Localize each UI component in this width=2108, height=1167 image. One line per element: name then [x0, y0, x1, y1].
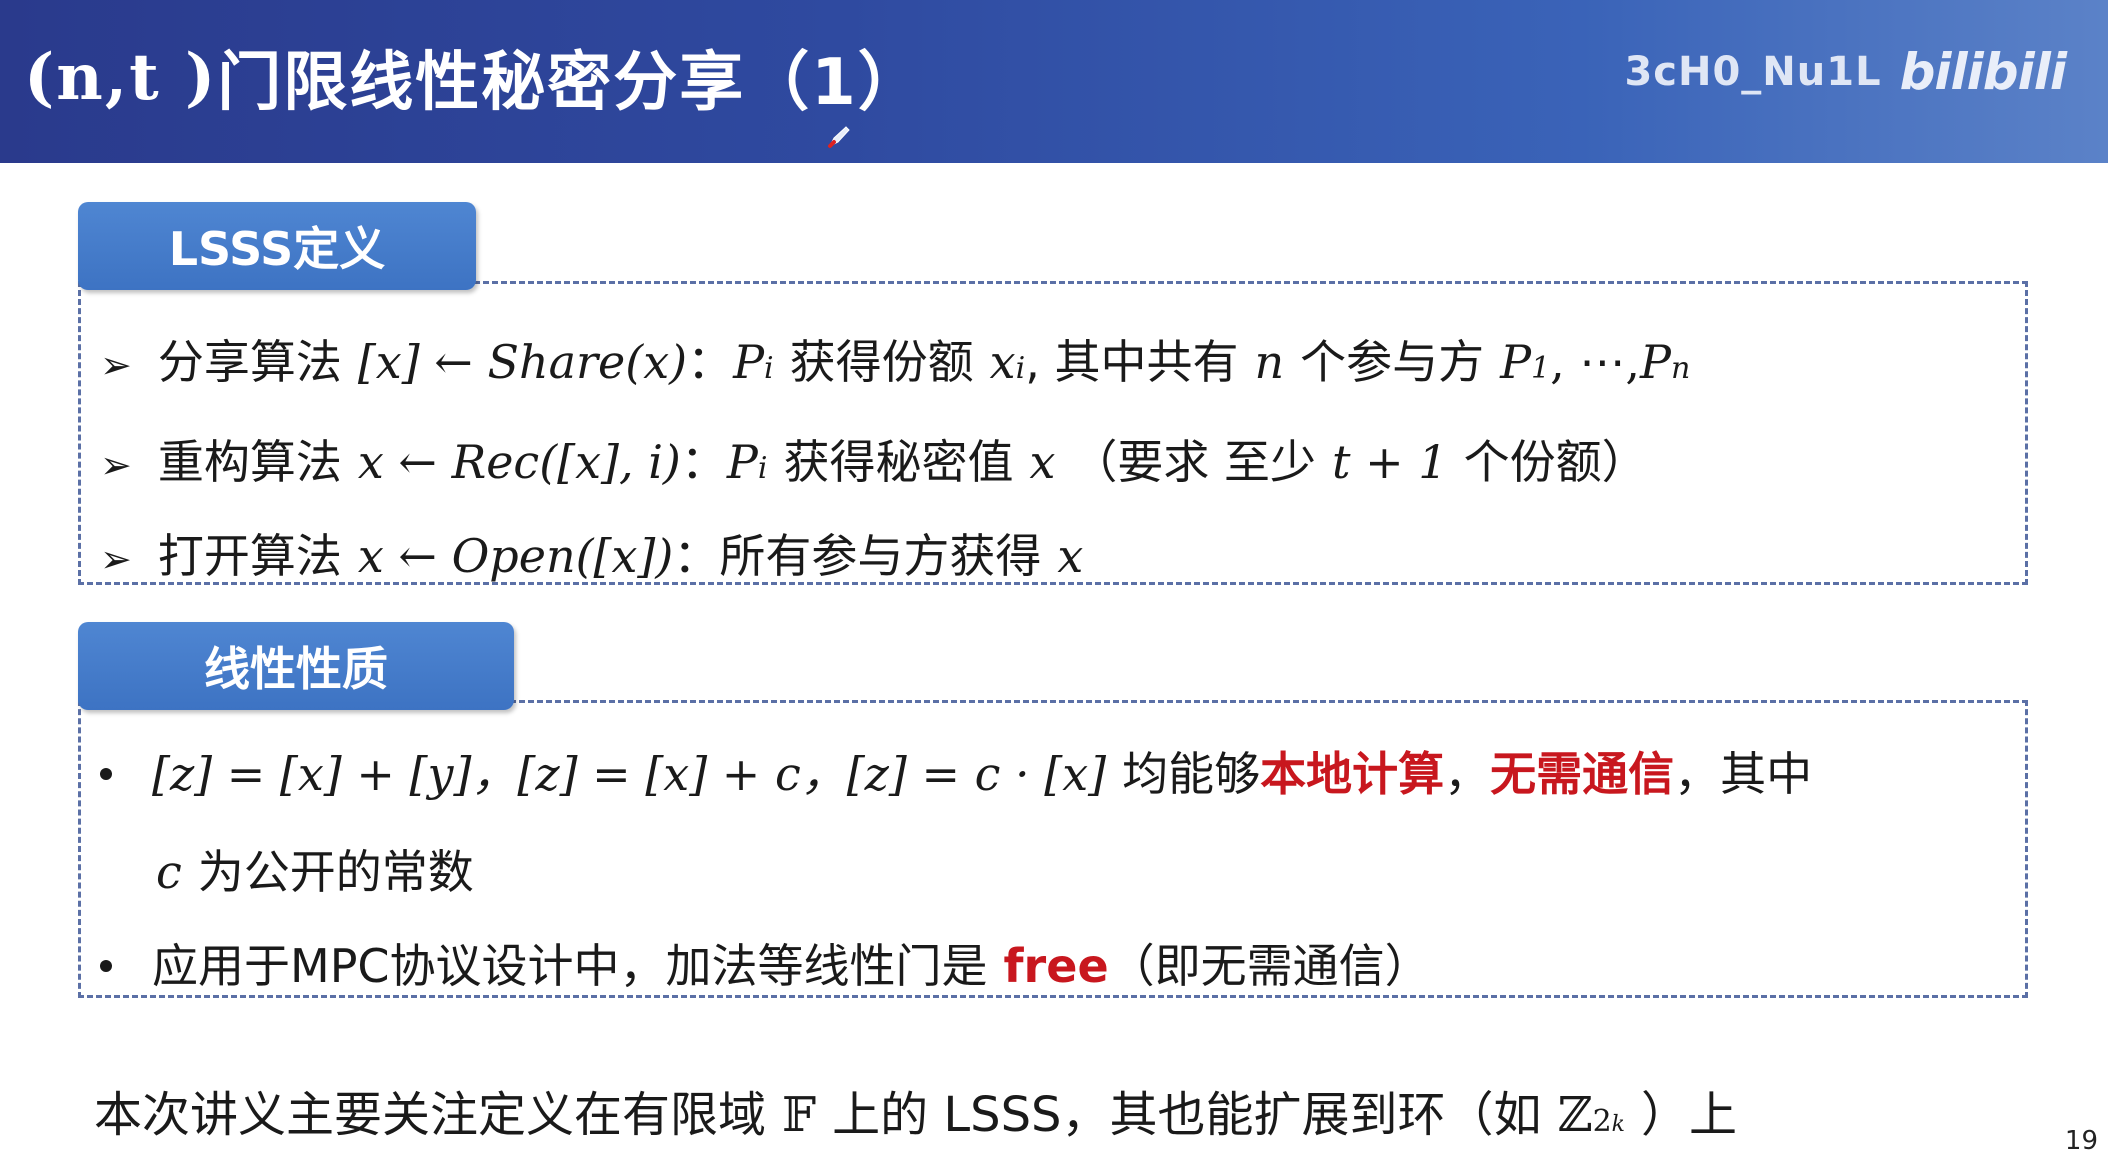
title-bar: (n,t ) 门限线性秘密分享（1） 3cH0_Nu1L bilibili — [0, 0, 2108, 163]
constant-text: 为公开的常数 — [197, 845, 474, 899]
share-party: P — [733, 335, 765, 389]
mpc-text1: 应用于MPC协议设计中，加法等线性门是 — [152, 939, 988, 993]
footer-text1: 本次讲义主要关注定义在有限域 — [94, 1087, 767, 1143]
linearity-formula: [z] = [x] + [y]，[z] = [x] + c，[z] = c · … — [152, 747, 1107, 801]
arrow-bullet-icon: ➢ — [100, 343, 132, 387]
linearity-tab: 线性性质 — [78, 622, 514, 710]
share-algorithm-item: ➢ 分享算法 [x] ← Share(x) ： Pi 获得份额 xi , 其中共… — [100, 326, 1690, 392]
open-var: x — [1057, 529, 1084, 583]
rec-formula: x ← Rec([x], i) — [357, 435, 681, 489]
arrow-bullet-icon: ➢ — [100, 537, 132, 581]
pen-cursor-icon — [828, 126, 850, 148]
watermark: 3cH0_Nu1L bilibili — [1624, 36, 2067, 108]
bullet-dot-icon — [100, 768, 112, 780]
open-algorithm-item: ➢ 打开算法 x ← Open([x]) ： 所有参与方获得 x — [100, 520, 1083, 586]
share-formula: [x] ← Share(x) — [357, 335, 688, 389]
page-number: 19 — [2064, 1126, 2098, 1156]
share-text2: , 其中共有 — [1025, 335, 1239, 389]
ring-sub-sup: k — [1611, 1112, 1625, 1137]
rec-sep: ： — [680, 435, 727, 489]
share-var: x — [989, 335, 1016, 389]
share-label: 分享算法 — [157, 335, 342, 389]
ring-symbol: ℤ — [1557, 1087, 1593, 1143]
share-dots: , ⋯, — [1550, 335, 1641, 389]
share-n: n — [1254, 335, 1285, 389]
share-sep: ： — [687, 335, 734, 389]
title-text: 门限线性秘密分享（1） — [217, 46, 924, 120]
finite-field-symbol: 𝔽 — [782, 1087, 817, 1143]
linearity-text1: 均能够 — [1122, 747, 1261, 801]
rec-text2: （要求 至少 — [1071, 435, 1317, 489]
rec-var: x — [1029, 435, 1056, 489]
reconstruct-algorithm-item: ➢ 重构算法 x ← Rec([x], i) ： Pi 获得秘密值 x （要求 … — [100, 426, 1648, 492]
footer-note: 本次讲义主要关注定义在有限域 𝔽 上的 LSSS，其也能扩展到环（如 ℤ2k ）… — [94, 1075, 1737, 1145]
rec-party-sub: i — [757, 451, 768, 486]
watermark-text: 3cH0_Nu1L — [1624, 49, 1882, 95]
rec-text1: 获得秘密值 — [783, 435, 1014, 489]
bullet-dot-icon — [100, 960, 112, 972]
mpc-text2: （即无需通信） — [1108, 939, 1431, 993]
highlight-free: free — [1003, 939, 1109, 993]
highlight-no-communication: 无需通信 — [1490, 747, 1675, 801]
open-text1: 所有参与方获得 — [719, 529, 1042, 583]
constant-var: c — [156, 845, 182, 899]
open-sep: ： — [673, 529, 720, 583]
rec-expr: t + 1 — [1332, 435, 1448, 489]
ring-sub: 2 — [1592, 1104, 1612, 1139]
linearity-item-1: [z] = [x] + [y]，[z] = [x] + c，[z] = c · … — [100, 738, 1812, 804]
open-formula: x ← Open([x]) — [357, 529, 674, 583]
rec-label: 重构算法 — [157, 435, 342, 489]
definition-tab: LSSS定义 — [78, 202, 476, 290]
share-text3: 个参与方 — [1300, 335, 1485, 389]
slide-title: (n,t ) 门限线性秘密分享（1） — [24, 22, 924, 132]
share-party-sub: i — [764, 351, 774, 386]
open-label: 打开算法 — [157, 529, 342, 583]
arrow-bullet-icon: ➢ — [100, 443, 132, 487]
bilibili-logo: bilibili — [1899, 43, 2067, 101]
linearity-item-1-cont: c 为公开的常数 — [156, 836, 474, 902]
share-text1: 获得份额 — [789, 335, 974, 389]
share-p1-sub: 1 — [1531, 351, 1551, 386]
linearity-comma: ， — [1444, 747, 1491, 801]
footer-text2: 上的 LSSS，其也能扩展到环（如 — [832, 1087, 1542, 1143]
share-pn: P — [1640, 335, 1671, 389]
footer-text3: ）上 — [1641, 1087, 1738, 1143]
rec-text3: 个份额） — [1463, 435, 1648, 489]
slide: (n,t ) 门限线性秘密分享（1） 3cH0_Nu1L bilibili LS… — [0, 0, 2108, 1167]
title-math: (n,t ) — [24, 39, 218, 115]
linearity-text2: ，其中 — [1674, 747, 1813, 801]
share-pn-sub: n — [1670, 351, 1691, 386]
share-var-sup: i — [1015, 351, 1026, 386]
linearity-item-2: 应用于MPC协议设计中，加法等线性门是 free （即无需通信） — [100, 930, 1431, 996]
share-p1: P — [1500, 335, 1532, 389]
rec-party: P — [726, 435, 758, 489]
highlight-local-compute: 本地计算 — [1260, 747, 1445, 801]
